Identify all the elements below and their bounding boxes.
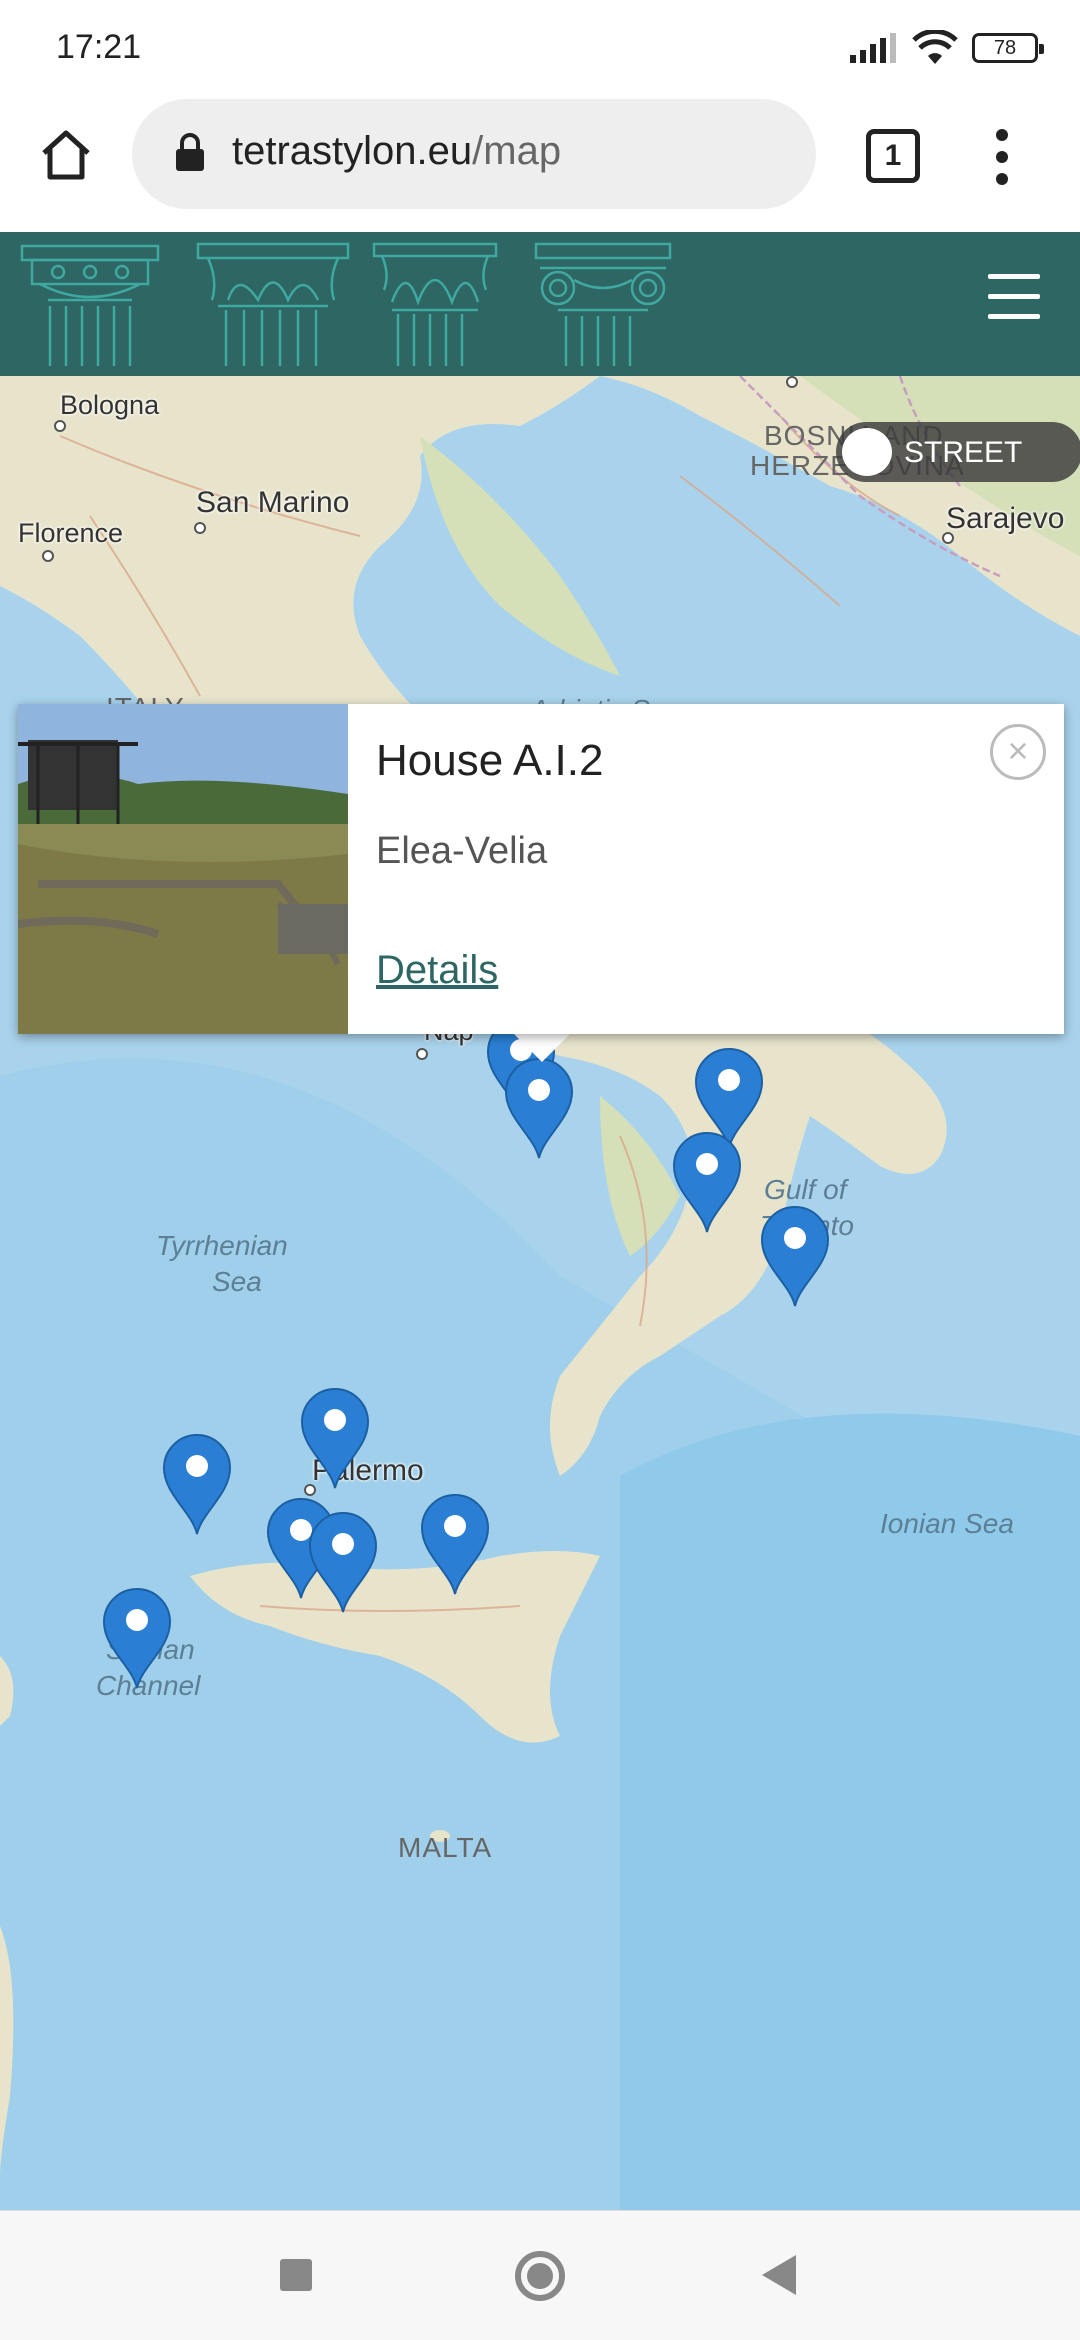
toggle-label: STREET (904, 436, 1023, 469)
map-marker[interactable] (308, 1510, 378, 1614)
map-marker[interactable] (672, 1130, 742, 1234)
site-header (0, 232, 1080, 376)
city-dot (54, 420, 66, 432)
lock-icon (176, 133, 204, 171)
map-label-tyrrhenian-1: Tyrrhenian (156, 1230, 288, 1261)
city-dot (194, 522, 206, 534)
map-label-malta: MALTA (398, 1832, 493, 1863)
url-path: /map (472, 129, 562, 173)
recent-apps-icon[interactable] (280, 2259, 312, 2291)
details-link[interactable]: Details (376, 948, 498, 993)
map-view[interactable]: Bologna San Marino Florence BOSNIA AND H… (0, 376, 1080, 2210)
status-icons: 78 (850, 28, 1044, 68)
popup-tip (512, 1032, 572, 1062)
map-label-tyrrhenian-2: Sea (212, 1266, 262, 1297)
popup-subtitle: Elea-Velia (376, 830, 548, 872)
wifi-icon (912, 30, 958, 64)
more-options-icon[interactable] (990, 125, 1014, 189)
site-photo[interactable] (18, 704, 348, 1034)
map-marker[interactable] (420, 1492, 490, 1596)
address-bar[interactable]: tetrastylon.eu/map (132, 99, 816, 209)
site-logo[interactable] (18, 240, 678, 368)
site-popup: House A.I.2 Elea-Velia Details × (18, 704, 1064, 1034)
map-label-gulf-taranto-1: Gulf of (764, 1174, 847, 1205)
home-nav-icon[interactable] (515, 2251, 565, 2301)
map-marker[interactable] (760, 1204, 830, 1308)
map-marker[interactable] (162, 1432, 232, 1536)
street-layer-toggle[interactable]: STREET (836, 422, 1080, 482)
url-text: tetrastylon.eu/map (232, 129, 561, 174)
map-marker[interactable] (504, 1056, 574, 1160)
map-marker[interactable] (300, 1386, 370, 1490)
city-dot (942, 532, 954, 544)
city-dot (786, 376, 798, 388)
toggle-knob (842, 428, 892, 476)
home-icon[interactable] (36, 125, 96, 185)
popup-title: House A.I.2 (376, 736, 604, 785)
tab-switcher-button[interactable]: 1 (866, 129, 920, 183)
battery-icon: 78 (972, 33, 1044, 63)
system-nav-bar (0, 2210, 1080, 2340)
map-label-san-marino: San Marino (196, 486, 350, 519)
url-domain: tetrastylon.eu (232, 129, 473, 173)
city-dot (42, 550, 54, 562)
status-bar: 17:21 78 (0, 0, 1080, 95)
close-icon[interactable]: × (990, 724, 1046, 780)
map-marker[interactable] (102, 1586, 172, 1690)
browser-toolbar: tetrastylon.eu/map 1 (0, 95, 1080, 232)
status-time: 17:21 (56, 28, 142, 66)
map-label-sarajevo: Sarajevo (946, 502, 1065, 535)
map-label-florence: Florence (18, 518, 124, 548)
hamburger-menu-icon[interactable] (988, 274, 1040, 322)
map-label-ionian: Ionian Sea (880, 1508, 1014, 1539)
city-dot (416, 1048, 428, 1060)
back-icon[interactable] (762, 2255, 796, 2295)
map-background (0, 376, 1080, 2210)
map-label-bologna: Bologna (60, 390, 160, 420)
signal-icon (850, 33, 896, 63)
